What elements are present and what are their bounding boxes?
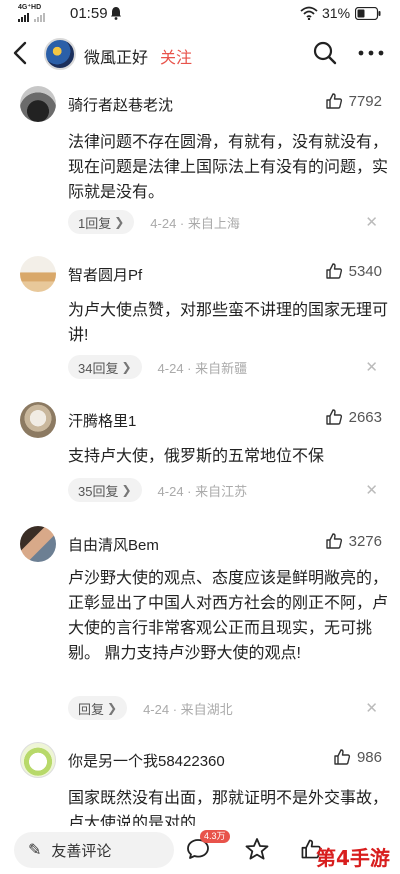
like-count: 7792 (348, 92, 382, 110)
thumbs-up-icon (334, 749, 351, 765)
search-icon[interactable] (312, 40, 338, 66)
reply-count-button[interactable]: 34回复 ❯ (68, 355, 142, 379)
reply-count: 35回复 (78, 483, 119, 499)
battery-icon (355, 7, 381, 20)
comment-text: 为卢大使点赞，对那些蛮不讲理的国家无理可讲! (68, 302, 389, 344)
reply-button[interactable]: 回复 ❯ (68, 696, 128, 720)
chevron-right-icon: ❯ (121, 483, 132, 497)
commenter-name[interactable]: 自由清风Bem (68, 534, 159, 555)
dismiss-icon[interactable]: ✕ (365, 481, 378, 499)
pencil-icon: ✎ (28, 842, 42, 859)
comment-meta: 35回复 ❯ 4-24 · 来自江苏 (68, 478, 247, 502)
comment-date-location: 4-24 · 来自新疆 (157, 360, 248, 376)
commenter-name[interactable]: 智者圆月Pf (68, 264, 142, 285)
comment-meta: 34回复 ❯ 4-24 · 来自新疆 (68, 355, 247, 379)
thumbs-up-icon (325, 93, 342, 109)
network-type: 4G⁺HD (18, 4, 42, 11)
reply-count-button[interactable]: 1回复 ❯ (68, 210, 135, 234)
author-avatar[interactable] (44, 38, 76, 70)
comment-date-location: 4-24 · 来自湖北 (143, 701, 233, 717)
top-nav-bar: 微風正好 关注 (0, 30, 400, 76)
commenter-avatar[interactable] (20, 86, 56, 122)
like-count: 3276 (348, 532, 382, 550)
dismiss-icon[interactable]: ✕ (365, 699, 378, 717)
chevron-right-icon: ❯ (121, 360, 132, 374)
like-count: 986 (356, 748, 382, 766)
like-count: 5340 (348, 262, 382, 280)
star-icon[interactable] (244, 837, 270, 861)
like-button[interactable]: 7792 (325, 92, 382, 110)
commenter-name[interactable]: 你是另一个我58422360 (68, 750, 225, 771)
comment-text: 卢沙野大使的观点、态度应该是鲜明敞亮的，正彰显出了中国人对西方社会的刚正不阿，卢… (68, 570, 389, 662)
comment-item: 你是另一个我58422360 986 国家既然没有出面，那就证明不是外交事故，卢… (0, 742, 400, 826)
comment-count-badge: 4.3万 (200, 830, 230, 843)
dismiss-icon[interactable]: ✕ (365, 213, 378, 231)
comment-item: 智者圆月Pf 5340 为卢大使点赞，对那些蛮不讲理的国家无理可讲! 34回复 … (0, 256, 400, 381)
comment-date-location: 4-24 · 来自上海 (150, 215, 240, 231)
commenter-name[interactable]: 骑行者赵巷老沈 (68, 94, 173, 115)
comment-text: 法律问题不存在圆滑，有就有，没有就没有，现在问题是法律上国际法上有没有的问题，实… (68, 134, 389, 201)
reply-count-button[interactable]: 35回复 ❯ (68, 478, 142, 502)
comment-meta: 1回复 ❯ 4-24 · 来自上海 (68, 210, 240, 234)
battery-percent: 31% (322, 5, 351, 21)
comment-item: 自由清风Bem 3276 卢沙野大使的观点、态度应该是鲜明敞亮的，正彰显出了中国… (0, 526, 400, 726)
chevron-right-icon: ❯ (114, 215, 125, 229)
like-button[interactable]: 3276 (325, 532, 382, 550)
comment-item: 汗腾格里1 2663 支持卢大使，俄罗斯的五常地位不保 35回复 ❯ 4-24 … (0, 402, 400, 502)
back-arrow-icon[interactable] (10, 40, 32, 66)
author-name[interactable]: 微風正好 (84, 44, 148, 68)
comment-input-placeholder: 友善评论 (51, 842, 112, 860)
site-watermark-logo: 第4手游 (316, 846, 390, 870)
clock: 01:59 (70, 5, 108, 22)
commenter-avatar[interactable] (20, 526, 56, 562)
comment-date-location: 4-24 · 来自江苏 (157, 483, 248, 499)
follow-button[interactable]: 关注 (160, 44, 192, 68)
more-options-icon[interactable] (358, 50, 384, 56)
like-button[interactable]: 986 (333, 748, 382, 766)
comment-item: 骑行者赵巷老沈 7792 法律问题不存在圆滑，有就有，没有就没有，现在问题是法律… (0, 86, 400, 236)
notification-bell-icon (111, 7, 121, 20)
comment-text: 支持卢大使，俄罗斯的五常地位不保 (68, 448, 325, 465)
comment-text: 国家既然没有出面，那就证明不是外交事故，卢大使说的是对的 (68, 790, 389, 826)
thumbs-up-icon (325, 409, 342, 425)
thumbs-up-icon (325, 263, 342, 279)
commenter-avatar[interactable] (20, 256, 56, 292)
status-bar: 4G⁺HD 01:59 31% (0, 0, 400, 26)
signal-icon (18, 13, 45, 22)
comment-meta: 回复 ❯ 4-24 · 来自湖北 (68, 696, 233, 720)
wifi-icon (300, 6, 318, 20)
like-count: 2663 (348, 408, 382, 426)
thumbs-up-icon (325, 533, 342, 549)
reply-count: 34回复 (78, 360, 119, 376)
like-button[interactable]: 5340 (325, 262, 382, 280)
commenter-avatar[interactable] (20, 742, 56, 778)
comment-input[interactable]: ✎ 友善评论 (14, 832, 174, 868)
dismiss-icon[interactable]: ✕ (365, 358, 378, 376)
reply-label: 回复 (78, 701, 105, 717)
reply-count: 1回复 (78, 215, 112, 231)
like-button[interactable]: 2663 (325, 408, 382, 426)
commenter-avatar[interactable] (20, 402, 56, 438)
commenter-name[interactable]: 汗腾格里1 (68, 410, 136, 431)
chevron-right-icon: ❯ (107, 701, 118, 715)
